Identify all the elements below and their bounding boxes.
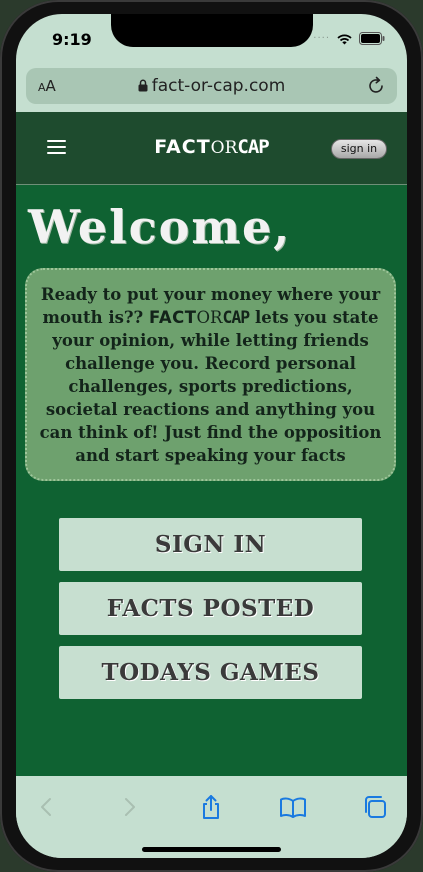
share-button[interactable] xyxy=(196,792,226,822)
home-indicator[interactable] xyxy=(142,847,281,852)
facts-posted-button[interactable]: FACTS POSTED xyxy=(59,582,362,635)
site-navbar: FACTORCAP sign in xyxy=(16,112,407,185)
reload-button[interactable] xyxy=(367,76,385,99)
tabs-icon xyxy=(365,796,386,818)
share-icon xyxy=(203,795,219,819)
intro-brand-or: OR xyxy=(196,308,223,327)
brand-or: OR xyxy=(210,138,238,158)
bookmarks-button[interactable] xyxy=(278,792,308,822)
intro-brand-fact: FACT xyxy=(148,308,197,327)
brand-fact: FACT xyxy=(154,136,211,158)
status-time: 9:19 xyxy=(52,30,92,49)
intro-brand-cap: CAP xyxy=(222,308,250,327)
intro-panel: Ready to put your money where your mouth… xyxy=(25,268,396,481)
lock-icon xyxy=(138,79,148,92)
intro-text-end: lets you state your opinion, while letti… xyxy=(39,308,382,465)
book-icon xyxy=(280,797,306,818)
battery-icon xyxy=(359,32,385,45)
browser-toolbar xyxy=(16,776,407,858)
welcome-heading: Welcome, xyxy=(28,200,292,254)
chevron-left-icon xyxy=(41,798,51,816)
wifi-icon xyxy=(337,34,352,44)
url-text: fact-or-cap.com xyxy=(151,76,286,96)
forward-button[interactable] xyxy=(114,792,144,822)
brand-cap: CAP xyxy=(237,136,269,158)
back-button[interactable] xyxy=(32,792,62,822)
status-icons: ···· xyxy=(313,32,385,45)
tabs-button[interactable] xyxy=(360,792,390,822)
chevron-right-icon xyxy=(125,798,135,816)
reload-icon xyxy=(369,76,383,93)
notch xyxy=(111,14,313,47)
url-field[interactable]: fact-or-cap.com xyxy=(26,76,397,96)
sign-in-button[interactable]: SIGN IN xyxy=(59,518,362,571)
screen: 9:19 ···· AA fact-or-cap.com FACTORCAP s… xyxy=(16,14,407,858)
nav-sign-in-button[interactable]: sign in xyxy=(331,139,387,159)
signal-dots-icon: ···· xyxy=(313,33,330,44)
phone-frame: 9:19 ···· AA fact-or-cap.com FACTORCAP s… xyxy=(0,0,423,872)
web-page: FACTORCAP sign in Welcome, Ready to put … xyxy=(16,112,407,776)
address-bar[interactable]: AA fact-or-cap.com xyxy=(26,68,397,104)
todays-games-button[interactable]: TODAYS GAMES xyxy=(59,646,362,699)
